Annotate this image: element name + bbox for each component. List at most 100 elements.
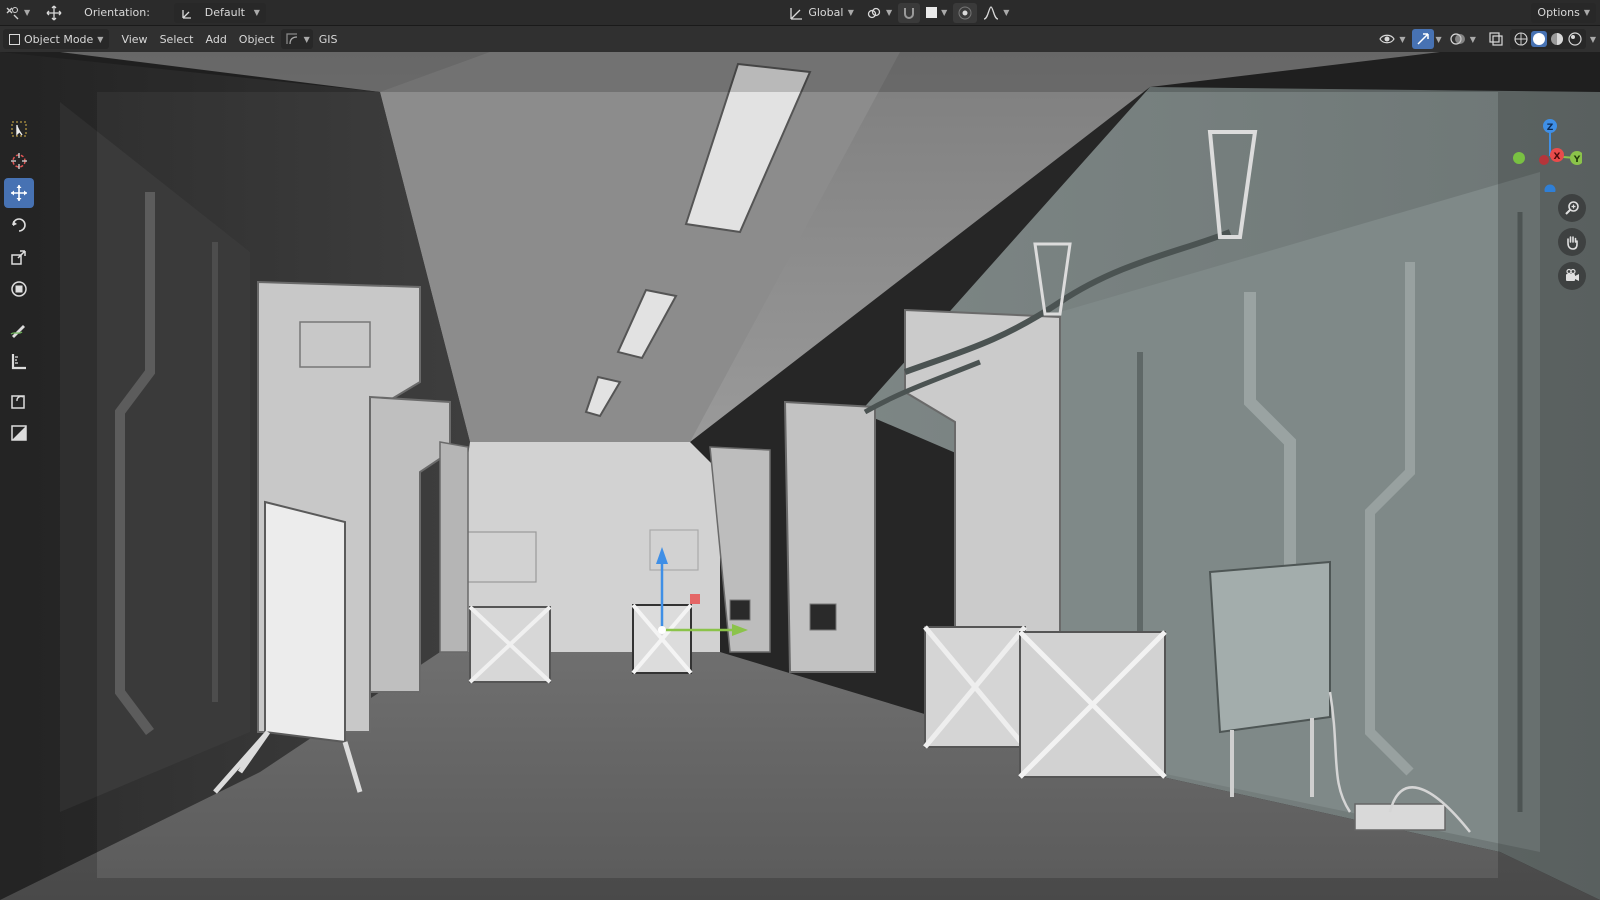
proportional-edit-toggle[interactable] (953, 2, 978, 23)
menu-select[interactable]: Select (154, 29, 200, 49)
orientation-value: Default (204, 6, 245, 19)
menu-object[interactable]: Object (233, 29, 281, 49)
overlays-toggle[interactable]: ▼ (1444, 29, 1482, 49)
add-cube-icon (11, 395, 25, 409)
scene-render[interactable] (0, 52, 1600, 900)
pivot-link-icon (866, 5, 882, 21)
transform-tool[interactable] (4, 274, 34, 304)
orientation-icon (180, 5, 196, 21)
add-plane-tool[interactable] (4, 418, 34, 448)
menu-add[interactable]: Add (200, 29, 233, 49)
chevron-down-icon: ▼ (253, 8, 260, 17)
shading-dropdown[interactable]: ▼ (1586, 29, 1600, 49)
visibility-dropdown[interactable]: ▼ (1373, 29, 1411, 49)
cursor-icon (11, 153, 27, 169)
chevron-down-icon: ▼ (1589, 34, 1596, 44)
object-mode-icon (9, 33, 20, 45)
menu-gis[interactable]: GIS (313, 29, 344, 49)
material-shading-icon[interactable] (1549, 31, 1565, 47)
zoom-magnifier-icon (1565, 201, 1579, 215)
axis-neg-x-bubble (1539, 155, 1549, 165)
camera-icon (1566, 268, 1579, 281)
chevron-down-icon: ▼ (1399, 34, 1406, 44)
chevron-down-icon: ▼ (303, 34, 310, 44)
select-box-icon (11, 121, 27, 137)
snap-toggle[interactable] (898, 2, 921, 23)
chevron-down-icon: ▼ (885, 8, 893, 17)
chevron-down-icon: ▼ (847, 8, 854, 17)
rotate-icon (12, 218, 26, 232)
wireframe-shading-icon[interactable] (1513, 31, 1529, 47)
snap-target-dropdown[interactable]: ▼ (920, 3, 953, 23)
pivot-point-dropdown[interactable]: ▼ (860, 3, 898, 23)
move-arrows-icon (46, 5, 62, 21)
move-icon (11, 185, 27, 201)
editor-type-button[interactable]: ▼ (0, 3, 36, 23)
curve-icon (284, 31, 300, 47)
axis-gizmo[interactable]: Z X Y (1510, 112, 1584, 196)
orientation-label: Orientation: (84, 6, 150, 19)
snap-square-icon (926, 7, 938, 18)
options-label: Options (1537, 6, 1580, 19)
measure-tool[interactable] (4, 346, 34, 376)
chevron-down-icon: ▼ (1435, 34, 1442, 44)
navigation-gizmo[interactable]: Z X Y (1510, 112, 1584, 196)
proportional-dot-icon (957, 5, 973, 21)
tool-shelf (0, 104, 38, 474)
solid-shading-icon[interactable] (1530, 31, 1547, 47)
scale-icon (11, 250, 26, 265)
axis-y-label: Y (1573, 155, 1581, 165)
chevron-down-icon: ▼ (1469, 34, 1476, 44)
eye-icon (1379, 31, 1396, 47)
transform-space-dropdown[interactable]: Global ▼ (782, 3, 860, 23)
transform-space-value: Global (808, 6, 844, 19)
rotate-tool[interactable] (4, 210, 34, 240)
xray-icon (1488, 31, 1504, 47)
pan-button[interactable] (1558, 228, 1586, 256)
chevron-down-icon: ▼ (1583, 8, 1591, 17)
viewport-menubar: Object Mode ▼ View Select Add Object ▼ G… (0, 26, 1600, 52)
falloff-curve-icon (983, 5, 999, 21)
axis-neg-z-bubble (1544, 184, 1556, 196)
cursor-tool[interactable] (4, 146, 34, 176)
chevron-down-icon: ▼ (97, 34, 104, 44)
camera-view-button[interactable] (1558, 262, 1586, 290)
orientation-dropdown[interactable]: Default ▼ (173, 2, 266, 23)
mode-value: Object Mode (24, 32, 94, 46)
gizmo-toggle[interactable] (1411, 29, 1434, 49)
menu-view[interactable]: View (115, 29, 153, 49)
annotate-pencil-icon (10, 325, 25, 338)
axis-neg-y-bubble (1513, 152, 1525, 164)
falloff-dropdown[interactable]: ▼ (977, 3, 1015, 23)
global-axes-icon (788, 5, 804, 21)
rendered-shading-icon[interactable] (1567, 31, 1583, 47)
zoom-button[interactable] (1558, 194, 1586, 222)
xray-toggle[interactable] (1482, 29, 1510, 49)
transform-pivot-button[interactable] (40, 3, 68, 23)
3d-viewport[interactable]: Z X Y (0, 52, 1600, 900)
mode-dropdown[interactable]: Object Mode ▼ (3, 29, 110, 49)
gizmo-dropdown[interactable]: ▼ (1434, 29, 1444, 49)
transform-icon (11, 281, 27, 297)
chevron-down-icon: ▼ (1003, 8, 1010, 17)
chevron-down-icon: ▼ (941, 8, 948, 17)
annotate-tool[interactable] (4, 314, 34, 344)
select-box-tool[interactable] (4, 114, 34, 144)
move-tool[interactable] (4, 178, 34, 208)
measure-ruler-icon (11, 354, 26, 370)
editor-type-icon (4, 5, 20, 21)
add-plane-icon (11, 425, 27, 441)
scale-tool[interactable] (4, 242, 34, 272)
hand-icon (1567, 236, 1578, 250)
axis-z-label: Z (1547, 123, 1554, 133)
viewport-header: ▼ Orientation: Default ▼ Global ▼ ▼ ▼ ▼ … (0, 0, 1600, 26)
options-dropdown[interactable]: Options ▼ (1531, 2, 1597, 23)
overlay-circles-icon (1450, 31, 1466, 47)
axis-x-label: X (1554, 152, 1561, 162)
gizmo-arrow-icon (1415, 31, 1431, 47)
curve-tool-dropdown[interactable]: ▼ (280, 29, 313, 49)
chevron-down-icon: ▼ (24, 8, 31, 17)
add-cube-tool[interactable] (4, 386, 34, 416)
magnet-icon (901, 5, 917, 21)
navigation-tools (1558, 194, 1586, 290)
